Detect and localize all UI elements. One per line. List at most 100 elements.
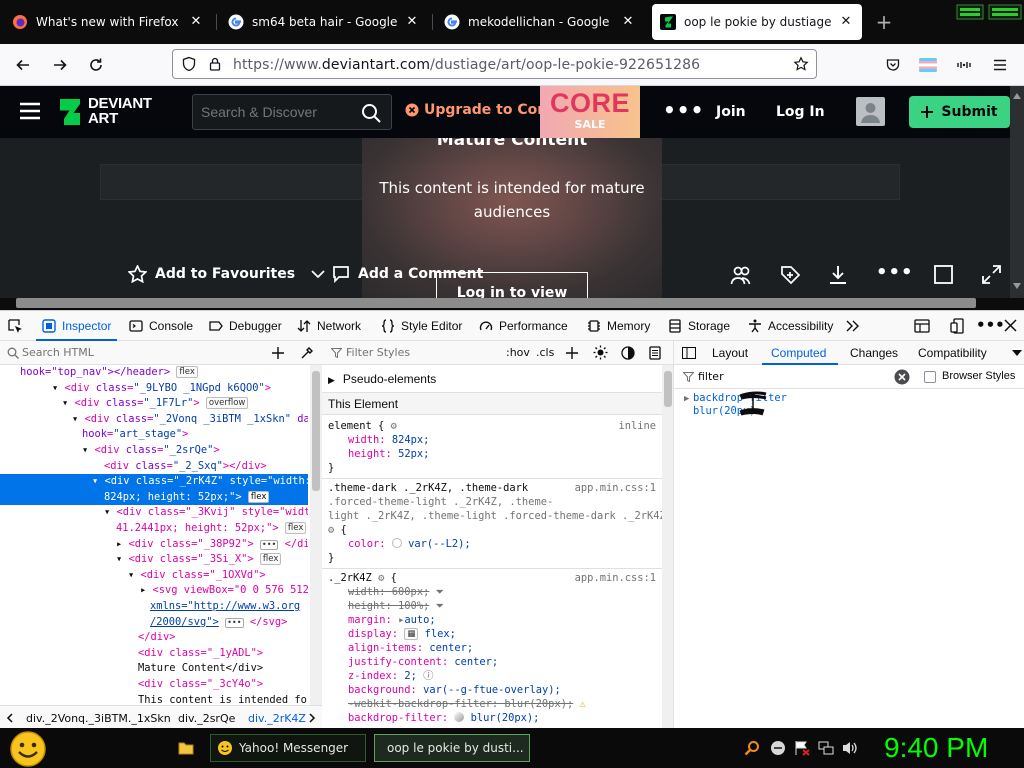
bookmark-star-icon[interactable]	[793, 56, 809, 72]
taskbar-clock[interactable]: 9:40 PM	[884, 732, 988, 764]
toggle-pane-icon[interactable]	[682, 347, 696, 359]
tab-accessibility[interactable]: Accessibility	[748, 311, 833, 341]
tab-performance[interactable]: Performance	[479, 311, 568, 341]
rule-selector[interactable]: ._2rK4Z ⚙ {	[328, 571, 397, 585]
flex-badge[interactable]: flex	[259, 553, 282, 566]
tree-node[interactable]: ▸ <div class="_38P92"> ••• </div>	[0, 537, 308, 553]
login-link[interactable]: Log In	[776, 104, 825, 120]
frame-picker-icon[interactable]	[914, 319, 930, 333]
tab-network[interactable]: Network	[297, 311, 361, 341]
declaration[interactable]: background: var(--g-ftue-overlay);	[348, 683, 561, 697]
chevron-down-icon[interactable]	[311, 269, 325, 279]
chevron-left-icon[interactable]	[6, 713, 14, 723]
rules-scrollbar-thumb[interactable]	[664, 371, 672, 407]
breadcrumb-item[interactable]: div._2srQe	[178, 712, 235, 725]
flex-badge[interactable]: flex	[176, 366, 198, 378]
join-link[interactable]: Join	[716, 104, 746, 120]
collapsed-ellipsis[interactable]: •••	[259, 539, 279, 550]
login-to-view-button[interactable]: Log in to view	[436, 272, 588, 298]
info-icon[interactable]: ⓘ	[423, 670, 433, 682]
pseudo-elements-section[interactable]: ▶ Pseudo-elements	[322, 365, 662, 393]
tab-memory[interactable]: Memory	[587, 311, 650, 341]
browser-tab-google-search-1[interactable]: sm64 beta hair - Google Searc ✕	[220, 4, 428, 40]
breadcrumb-item[interactable]: div._2Vonq._3iBTM._1xSkn	[26, 712, 171, 725]
tab-style-editor[interactable]: Style Editor	[381, 311, 462, 341]
rule-source[interactable]: app.min.css:1	[575, 571, 656, 585]
tree-node[interactable]: <div class="_2_Sxq"></div>	[0, 459, 308, 475]
tree-node[interactable]: /2000/svg"> ••• </svg>	[0, 615, 308, 631]
close-tab-icon[interactable]: ✕	[620, 14, 636, 30]
core-sale-banner[interactable]: CORE SALE	[540, 86, 640, 138]
browser-tab-google-search-2[interactable]: mekodellichan - Google Searc ✕	[436, 4, 644, 40]
deviantart-logo-icon[interactable]	[60, 99, 80, 125]
filter-styles-input[interactable]: Filter Styles	[346, 346, 410, 359]
tree-node[interactable]: ▾ <div class="_3Si_X"> flex	[0, 552, 308, 568]
pocket-button[interactable]	[880, 52, 906, 78]
flex-badge[interactable]: flex	[284, 521, 307, 534]
download-icon[interactable]	[827, 264, 849, 286]
search-html-input[interactable]: Search HTML	[22, 346, 94, 359]
scroll-down-arrow-icon[interactable]	[1012, 282, 1022, 290]
tree-node[interactable]: <div class="_1yADL">	[0, 646, 308, 662]
tree-node[interactable]: ▾ <div class="_2srQe">	[0, 443, 308, 459]
tag-plus-icon[interactable]	[779, 264, 801, 286]
declaration[interactable]: z-index: 2; ⓘ	[348, 669, 433, 683]
tree-node[interactable]: hook="top_nav"></header> flex	[0, 365, 308, 381]
tab-layout[interactable]: Layout	[712, 346, 748, 360]
class-toggle[interactable]: .cls	[536, 346, 554, 359]
chevron-down-icon[interactable]	[1012, 350, 1022, 356]
eyedropper-icon[interactable]	[300, 346, 314, 360]
expand-arrow-icon[interactable]: ▶	[684, 393, 689, 406]
scroll-up-arrow-icon[interactable]	[1012, 92, 1022, 100]
tab-inspector[interactable]: Inspector	[36, 311, 118, 341]
rule-source[interactable]: inline	[618, 419, 656, 433]
element-picker-icon[interactable]	[8, 319, 23, 334]
collapsed-ellipsis[interactable]: •••	[225, 617, 244, 628]
avatar[interactable]	[856, 97, 885, 126]
more-actions-button[interactable]: •••	[876, 262, 914, 283]
group-icon[interactable]	[730, 264, 752, 286]
tree-node[interactable]: <div class="_3cY4o">	[0, 677, 308, 693]
color-swatch[interactable]	[391, 538, 402, 548]
rule-selector[interactable]: element { ⚙	[328, 419, 397, 433]
tree-node[interactable]: </div>	[0, 630, 308, 646]
tab-changes[interactable]: Changes	[850, 346, 898, 360]
declaration-overridden[interactable]: height: 100%; ⏷	[348, 599, 444, 613]
url-text[interactable]: https://www.deviantart.com/dustiage/art/…	[233, 57, 700, 73]
extension-button[interactable]	[915, 52, 941, 78]
tab-storage[interactable]: Storage	[668, 311, 730, 341]
add-to-favourites-button[interactable]: Add to Favourites	[128, 265, 325, 283]
rule-selector[interactable]: .forced-theme-light ._2rK4Z, .theme-	[328, 495, 553, 509]
tree-node[interactable]: ▾ <div class="_2Vonq _3iBTM _1xSkn" data…	[0, 412, 308, 428]
breadcrumb-item-current[interactable]: div._2rK4Z	[248, 712, 306, 725]
expand-icon[interactable]	[982, 265, 1001, 284]
tree-node[interactable]: hook="art_stage">	[0, 427, 308, 443]
hover-state-toggle[interactable]: :hov	[506, 346, 530, 359]
rule-source[interactable]: app.min.css:1	[575, 481, 656, 495]
declaration-overridden[interactable]: -webkit-backdrop-filter: blur(20px); ⚠	[348, 697, 586, 711]
deviantart-search-box[interactable]	[192, 94, 392, 130]
devtools-options-button[interactable]: •••	[976, 316, 1005, 334]
minus-circle-icon[interactable]	[770, 740, 786, 756]
tree-node[interactable]: ▾ <div class="_1OXVd">	[0, 568, 308, 584]
warning-icon[interactable]: ⚠	[579, 698, 585, 710]
folder-icon[interactable]	[178, 740, 194, 756]
tab-debugger[interactable]: Debugger	[209, 311, 282, 341]
reload-button[interactable]	[83, 52, 109, 78]
tree-node-selected[interactable]: ▾ <div class="_2rK4Z" style="width: 824px…	[0, 474, 308, 506]
declaration[interactable]: backdrop-filter: blur(20px);	[348, 711, 539, 725]
square-icon[interactable]	[934, 265, 953, 284]
start-smiley-icon[interactable]	[8, 730, 48, 768]
declaration-overridden[interactable]: width: 600px; ⏷	[348, 585, 444, 599]
close-tab-icon[interactable]: ✕	[188, 14, 204, 30]
rule-selector[interactable]: light ._2rK4Z, .theme-light .forced-them…	[328, 509, 666, 523]
declaration[interactable]: height: 52px;	[348, 447, 429, 461]
tab-computed[interactable]: Computed	[771, 346, 826, 360]
declaration[interactable]: width: 824px;	[348, 433, 429, 447]
forward-button[interactable]	[47, 52, 73, 78]
filter-swatch-icon[interactable]	[454, 712, 465, 722]
tab-compatibility[interactable]: Compatibility	[918, 346, 987, 360]
declaration[interactable]: color: var(--L2);	[348, 537, 471, 551]
taskbar-item-yahoo-messenger[interactable]: Yahoo! Messenger	[210, 734, 366, 762]
flex-badge[interactable]: flex	[247, 490, 270, 503]
